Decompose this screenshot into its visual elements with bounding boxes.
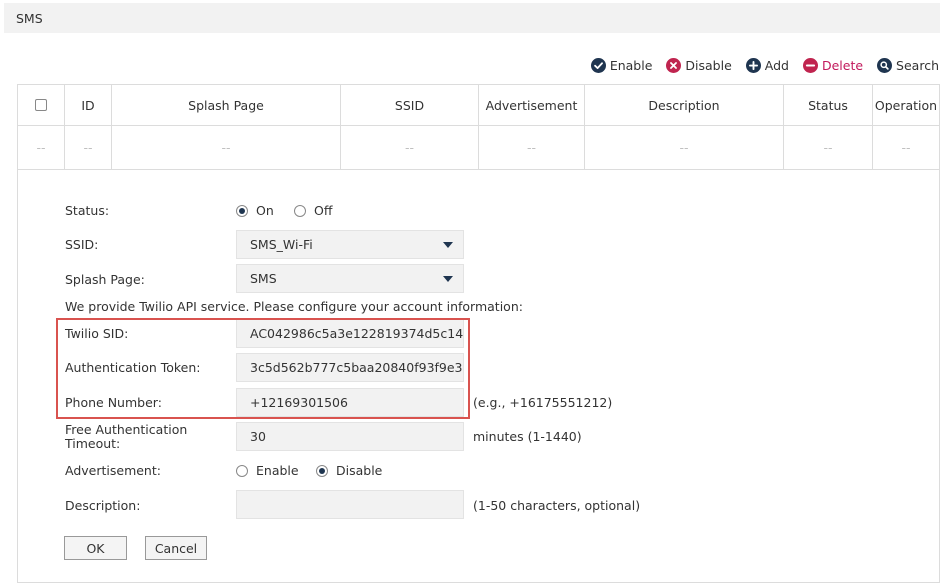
advertisement-disable-label: Disable [336, 463, 383, 478]
search-label: Search [896, 57, 939, 73]
caret-down-icon [443, 276, 453, 282]
splash-page-select[interactable]: SMS [236, 264, 464, 293]
column-header-status[interactable]: Status [784, 85, 873, 125]
column-header-id[interactable]: ID [65, 85, 112, 125]
select-all-checkbox[interactable] [35, 99, 47, 111]
ssid-select-value: SMS_Wi-Fi [250, 237, 313, 252]
free-auth-timeout-label-line2: Timeout: [65, 436, 121, 451]
advertisement-label: Advertisement: [65, 463, 161, 478]
enable-button[interactable]: Enable [590, 57, 653, 73]
column-header-splash-page[interactable]: Splash Page [112, 85, 341, 125]
radio-unchecked-icon [236, 464, 248, 477]
description-hint: (1-50 characters, optional) [473, 498, 641, 513]
search-button[interactable]: Search [877, 57, 939, 73]
search-icon [877, 57, 893, 73]
minus-circle-icon [802, 57, 818, 73]
sms-table: ID Splash Page SSID Advertisement Descri… [17, 84, 940, 170]
description-label: Description: [65, 498, 141, 513]
caret-down-icon [443, 242, 453, 248]
status-on-label: On [256, 203, 274, 218]
table-cell: -- [341, 126, 479, 169]
description-input[interactable] [236, 490, 464, 519]
column-header-ssid[interactable]: SSID [341, 85, 479, 125]
ssid-select[interactable]: SMS_Wi-Fi [236, 230, 464, 259]
free-auth-timeout-input[interactable]: 30 [236, 422, 464, 451]
disable-button[interactable]: Disable [666, 57, 732, 73]
delete-label: Delete [821, 57, 864, 73]
table-cell: -- [901, 140, 911, 155]
add-button[interactable]: Add [745, 57, 789, 73]
table-row: -- -- -- -- -- -- -- -- [18, 126, 939, 169]
delete-button[interactable]: Delete [802, 57, 864, 73]
splash-page-label: Splash Page: [65, 272, 145, 287]
free-auth-timeout-label: Free Authentication Timeout: [65, 423, 187, 451]
radio-unchecked-icon [294, 204, 306, 217]
ssid-label: SSID: [65, 237, 99, 252]
status-on-radio[interactable]: On [236, 203, 274, 218]
twilio-highlight-box [56, 318, 470, 419]
table-cell: -- [18, 126, 65, 169]
advertisement-enable-label: Enable [256, 463, 299, 478]
status-off-label: Off [314, 203, 333, 218]
free-auth-timeout-label-line1: Free Authentication [65, 422, 188, 437]
radio-checked-icon [236, 204, 248, 217]
disable-label: Disable [685, 57, 732, 73]
phone-number-hint: (e.g., +16175551212) [473, 395, 613, 410]
radio-checked-icon [316, 464, 328, 477]
table-cell: -- [65, 126, 112, 169]
table-cell: -- [112, 126, 341, 169]
select-all-checkbox-cell [18, 85, 65, 125]
x-circle-icon [666, 57, 682, 73]
splash-page-select-value: SMS [250, 271, 277, 286]
table-cell: -- [585, 126, 784, 169]
status-off-radio[interactable]: Off [294, 203, 332, 218]
table-header: ID Splash Page SSID Advertisement Descri… [18, 85, 939, 126]
status-label: Status: [65, 203, 110, 218]
table-cell: -- [784, 126, 873, 169]
column-header-operation[interactable]: Operation [873, 85, 939, 125]
advertisement-enable-radio[interactable]: Enable [236, 463, 299, 478]
free-auth-timeout-hint: minutes (1-1440) [473, 429, 582, 444]
advertisement-disable-radio[interactable]: Disable [316, 463, 382, 478]
page-title: SMS [16, 11, 43, 26]
check-circle-icon [590, 57, 606, 73]
page-header: SMS [4, 3, 940, 33]
ok-button[interactable]: OK [64, 536, 127, 560]
cancel-button[interactable]: Cancel [145, 536, 207, 560]
twilio-info-text: We provide Twilio API service. Please co… [65, 299, 523, 314]
column-header-advertisement[interactable]: Advertisement [479, 85, 585, 125]
plus-circle-icon [745, 57, 761, 73]
column-header-description[interactable]: Description [585, 85, 784, 125]
table-toolbar: Enable Disable Add Delete Search [590, 56, 939, 74]
add-label: Add [764, 57, 789, 73]
table-cell: -- [479, 126, 585, 169]
enable-label: Enable [609, 57, 653, 73]
